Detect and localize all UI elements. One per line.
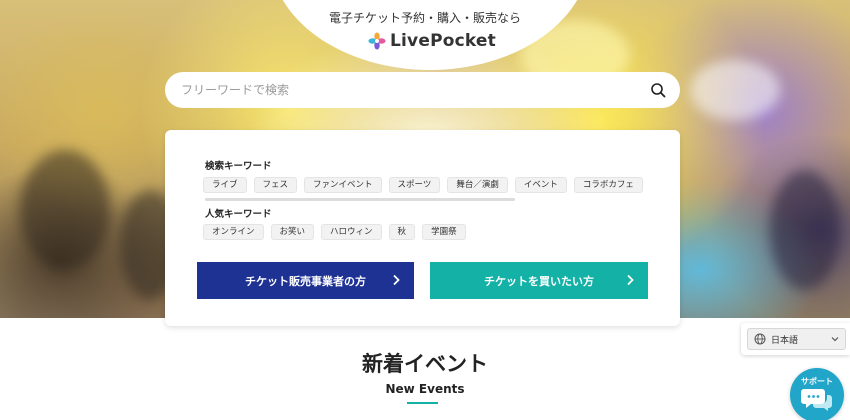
chevron-right-icon bbox=[627, 274, 634, 286]
language-value: 日本語 bbox=[771, 335, 799, 346]
keyword-chip[interactable]: ライブ bbox=[203, 177, 247, 193]
search-bar[interactable] bbox=[165, 72, 680, 108]
keyword-chip[interactable]: コラボカフェ bbox=[573, 177, 643, 193]
keyword-chip[interactable]: スポーツ bbox=[388, 177, 441, 193]
chat-icon bbox=[801, 389, 832, 411]
popular-keyword-chip[interactable]: 学園祭 bbox=[422, 224, 466, 240]
search-keyword-list: ライブ フェス ファンイベント スポーツ 舞台／演劇 イベント コラボカフェ ア… bbox=[203, 177, 645, 193]
popular-keyword-chip[interactable]: お笑い bbox=[270, 224, 315, 240]
popular-keyword-chip[interactable]: オンライン bbox=[203, 224, 264, 240]
search-input[interactable] bbox=[181, 83, 650, 97]
popular-keyword-list: オンライン お笑い ハロウィン 秋 学園祭 bbox=[203, 224, 466, 240]
chevron-down-icon bbox=[831, 337, 839, 342]
search-icon[interactable] bbox=[650, 82, 666, 98]
brand-logo[interactable]: LivePocket bbox=[368, 30, 496, 52]
tagline: 電子チケット予約・購入・販売なら bbox=[328, 11, 521, 25]
popular-keywords-label: 人気キーワード bbox=[205, 209, 272, 220]
keyword-chip[interactable]: イベント bbox=[514, 177, 567, 193]
buyer-button[interactable]: チケットを買いたい方 bbox=[430, 262, 648, 299]
keyword-chip[interactable]: フェス bbox=[253, 177, 298, 193]
popular-keyword-chip[interactable]: ハロウィン bbox=[321, 224, 382, 240]
section-subtitle: New Events bbox=[385, 382, 465, 396]
globe-icon bbox=[754, 333, 766, 345]
keyword-scrollbar[interactable] bbox=[205, 198, 515, 201]
brand-name: LivePocket bbox=[390, 31, 496, 51]
support-button[interactable]: サポート bbox=[790, 368, 844, 420]
section-title: 新着イベント bbox=[362, 352, 488, 376]
seller-button-label: チケット販売事業者の方 bbox=[245, 274, 366, 288]
language-select[interactable]: 日本語 bbox=[747, 328, 846, 350]
language-panel: 日本語 bbox=[741, 323, 850, 355]
buyer-button-label: チケットを買いたい方 bbox=[484, 274, 594, 288]
seller-button[interactable]: チケット販売事業者の方 bbox=[197, 262, 414, 299]
flower-logo-icon bbox=[368, 32, 386, 50]
keyword-chip[interactable]: ファンイベント bbox=[304, 177, 382, 193]
keyword-chip[interactable]: 舞台／演劇 bbox=[447, 177, 508, 193]
section-title-underline bbox=[407, 402, 438, 404]
popular-keyword-chip[interactable]: 秋 bbox=[388, 224, 416, 240]
keyword-card: 検索キーワード ライブ フェス ファンイベント スポーツ 舞台／演劇 イベント … bbox=[165, 130, 680, 326]
search-keywords-label: 検索キーワード bbox=[205, 161, 272, 172]
chevron-right-icon bbox=[393, 274, 400, 286]
